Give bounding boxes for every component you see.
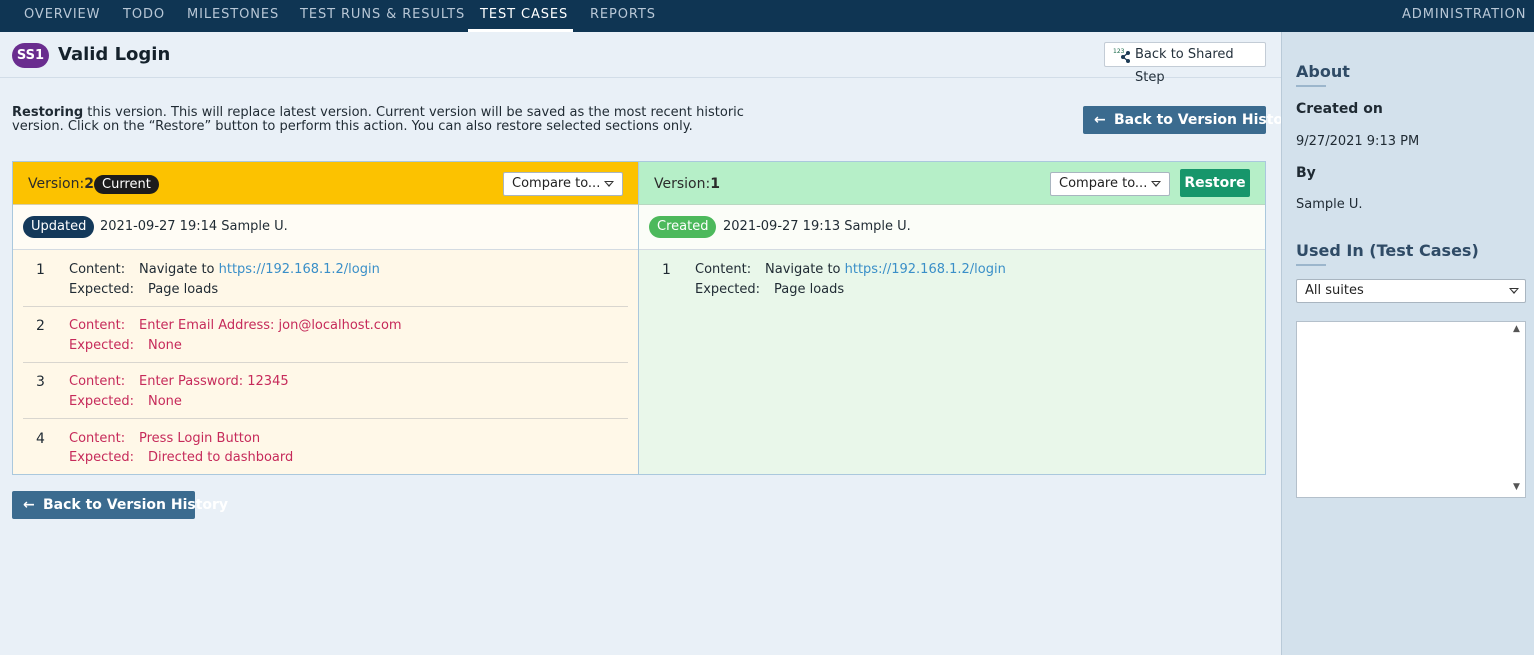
back-to-version-history-button-top[interactable]: ← Back to Version History [1083, 106, 1299, 134]
restore-notice-text: this version. This will replace latest v… [12, 105, 744, 134]
shared-step-icon: 123 [1113, 48, 1130, 63]
back-to-shared-step-button[interactable]: 123 Back to Shared Step [1104, 42, 1266, 85]
tab-test-cases[interactable]: TEST CASES [468, 0, 573, 32]
restore-version-panel: Version:1 Compare to... Restore Created … [638, 161, 1266, 475]
restore-version-header: Version:1 Compare to... Restore [639, 162, 1265, 205]
restore-notice: Restoring this version. This will replac… [12, 106, 772, 134]
title-bar: SS1 Valid Login 123 Back to Shared Step [0, 32, 1281, 85]
version-meta-text: 2021-09-27 19:13 Sample U. [723, 219, 911, 234]
step-row: 1 Content: Navigate to https://192.168.1… [649, 251, 1254, 307]
content-link[interactable]: https://192.168.1.2/login [219, 262, 380, 277]
step-row: 3 Content: Enter Password: 12345 Expecte… [23, 363, 628, 419]
heading-underline [1296, 264, 1326, 266]
expected-label: Expected: [69, 394, 135, 409]
current-badge: Current [94, 175, 159, 194]
tab-milestones[interactable]: MILESTONES [187, 0, 279, 32]
content-label: Content: [69, 431, 126, 446]
tab-todo[interactable]: TODO [123, 0, 165, 32]
compare-to-select[interactable]: Compare to... [503, 172, 623, 196]
shared-step-id-badge: SS1 [12, 43, 49, 68]
content-label: Content: [69, 374, 126, 389]
content-text: Navigate to [765, 262, 845, 277]
arrow-left-icon: ← [23, 497, 35, 513]
version-number: 2 [84, 176, 94, 192]
content-value: Enter Password: 12345 [139, 374, 289, 389]
version-label: Version:1 [654, 176, 720, 192]
expected-value: Page loads [774, 282, 845, 297]
content-value: Press Login Button [139, 431, 261, 446]
created-on-label: Created on [1296, 101, 1383, 117]
scroll-up-icon[interactable]: ▲ [1513, 324, 1520, 334]
back-to-version-history-label: Back to Version History [43, 497, 229, 513]
version-number: 1 [710, 176, 720, 192]
content-value: Enter Email Address: jon@localhost.com [139, 318, 402, 333]
suites-select-value: All suites [1305, 283, 1364, 298]
created-by-value: Sample U. [1296, 197, 1363, 212]
expected-label: Expected: [69, 282, 135, 297]
top-navigation: OVERVIEW TODO MILESTONES TEST RUNS & RES… [0, 0, 1534, 32]
chevron-down-icon [1151, 181, 1161, 187]
content-label: Content: [69, 262, 126, 277]
back-to-version-history-label: Back to Version History [1114, 112, 1300, 128]
step-number: 2 [36, 318, 45, 334]
main-content: SS1 Valid Login 123 Back to Shared Step … [0, 32, 1299, 655]
version-meta-text: 2021-09-27 19:14 Sample U. [100, 219, 288, 234]
version-label-text: Version: [654, 176, 711, 192]
current-version-header: Version:2 Current Compare to... [13, 162, 638, 205]
status-badge: Created [649, 216, 717, 238]
version-meta: Updated 2021-09-27 19:14 Sample U. [13, 205, 638, 250]
step-number: 4 [36, 431, 45, 447]
arrow-left-icon: ← [1094, 112, 1106, 128]
about-heading: About [1296, 62, 1350, 81]
content-link[interactable]: https://192.168.1.2/login [845, 262, 1006, 277]
chevron-down-icon [1509, 288, 1519, 294]
tab-overview[interactable]: OVERVIEW [24, 0, 100, 32]
back-to-version-history-button-bottom[interactable]: ← Back to Version History [12, 491, 228, 519]
step-row: 2 Content: Enter Email Address: jon@loca… [23, 307, 628, 363]
content-text: Navigate to [139, 262, 219, 277]
status-badge: Updated [23, 216, 95, 238]
current-version-panel: Version:2 Current Compare to... Updated … [12, 161, 639, 475]
scrollbar[interactable]: ▲ ▼ [1509, 322, 1525, 497]
compare-to-value: Compare to... [512, 176, 601, 191]
step-number: 1 [662, 262, 671, 278]
suites-select[interactable]: All suites [1296, 279, 1526, 303]
expected-label: Expected: [695, 282, 761, 297]
content-label: Content: [695, 262, 752, 277]
expected-label: Expected: [69, 338, 135, 353]
compare-to-value: Compare to... [1059, 176, 1148, 191]
version-label-text: Version: [28, 176, 85, 192]
chevron-down-icon [604, 181, 614, 187]
step-row: 4 Content: Press Login Button Expected: … [23, 419, 628, 475]
svg-text:123: 123 [1113, 48, 1125, 55]
version-meta: Created 2021-09-27 19:13 Sample U. [639, 205, 1265, 250]
used-in-heading: Used In (Test Cases) [1296, 241, 1479, 260]
back-to-shared-step-label: Back to Shared Step [1135, 47, 1234, 85]
heading-underline [1296, 85, 1326, 87]
tab-test-runs-results[interactable]: TEST RUNS & RESULTS [300, 0, 465, 32]
sidebar: About Created on 9/27/2021 9:13 PM By Sa… [1281, 32, 1534, 655]
version-label: Version:2 [28, 176, 94, 192]
content-value: Navigate to https://192.168.1.2/login [139, 262, 380, 277]
used-in-list[interactable]: ▲ ▼ [1296, 321, 1526, 498]
expected-value: None [148, 394, 182, 409]
expected-value: Page loads [148, 282, 219, 297]
restore-notice-bold: Restoring [12, 105, 84, 120]
tab-reports[interactable]: REPORTS [590, 0, 656, 32]
content-label: Content: [69, 318, 126, 333]
step-row: 1 Content: Navigate to https://192.168.1… [23, 251, 628, 307]
page-title: Valid Login [58, 44, 171, 65]
step-number: 1 [36, 262, 45, 278]
expected-value: Directed to dashboard [148, 450, 294, 465]
expected-label: Expected: [69, 450, 135, 465]
restore-button[interactable]: Restore [1180, 169, 1250, 197]
expected-value: None [148, 338, 182, 353]
created-by-label: By [1296, 165, 1316, 181]
step-number: 3 [36, 374, 45, 390]
tab-administration[interactable]: ADMINISTRATION [1402, 0, 1526, 32]
content-value: Navigate to https://192.168.1.2/login [765, 262, 1006, 277]
scroll-down-icon[interactable]: ▼ [1513, 482, 1520, 492]
created-on-value: 9/27/2021 9:13 PM [1296, 134, 1420, 149]
compare-to-select[interactable]: Compare to... [1050, 172, 1170, 196]
